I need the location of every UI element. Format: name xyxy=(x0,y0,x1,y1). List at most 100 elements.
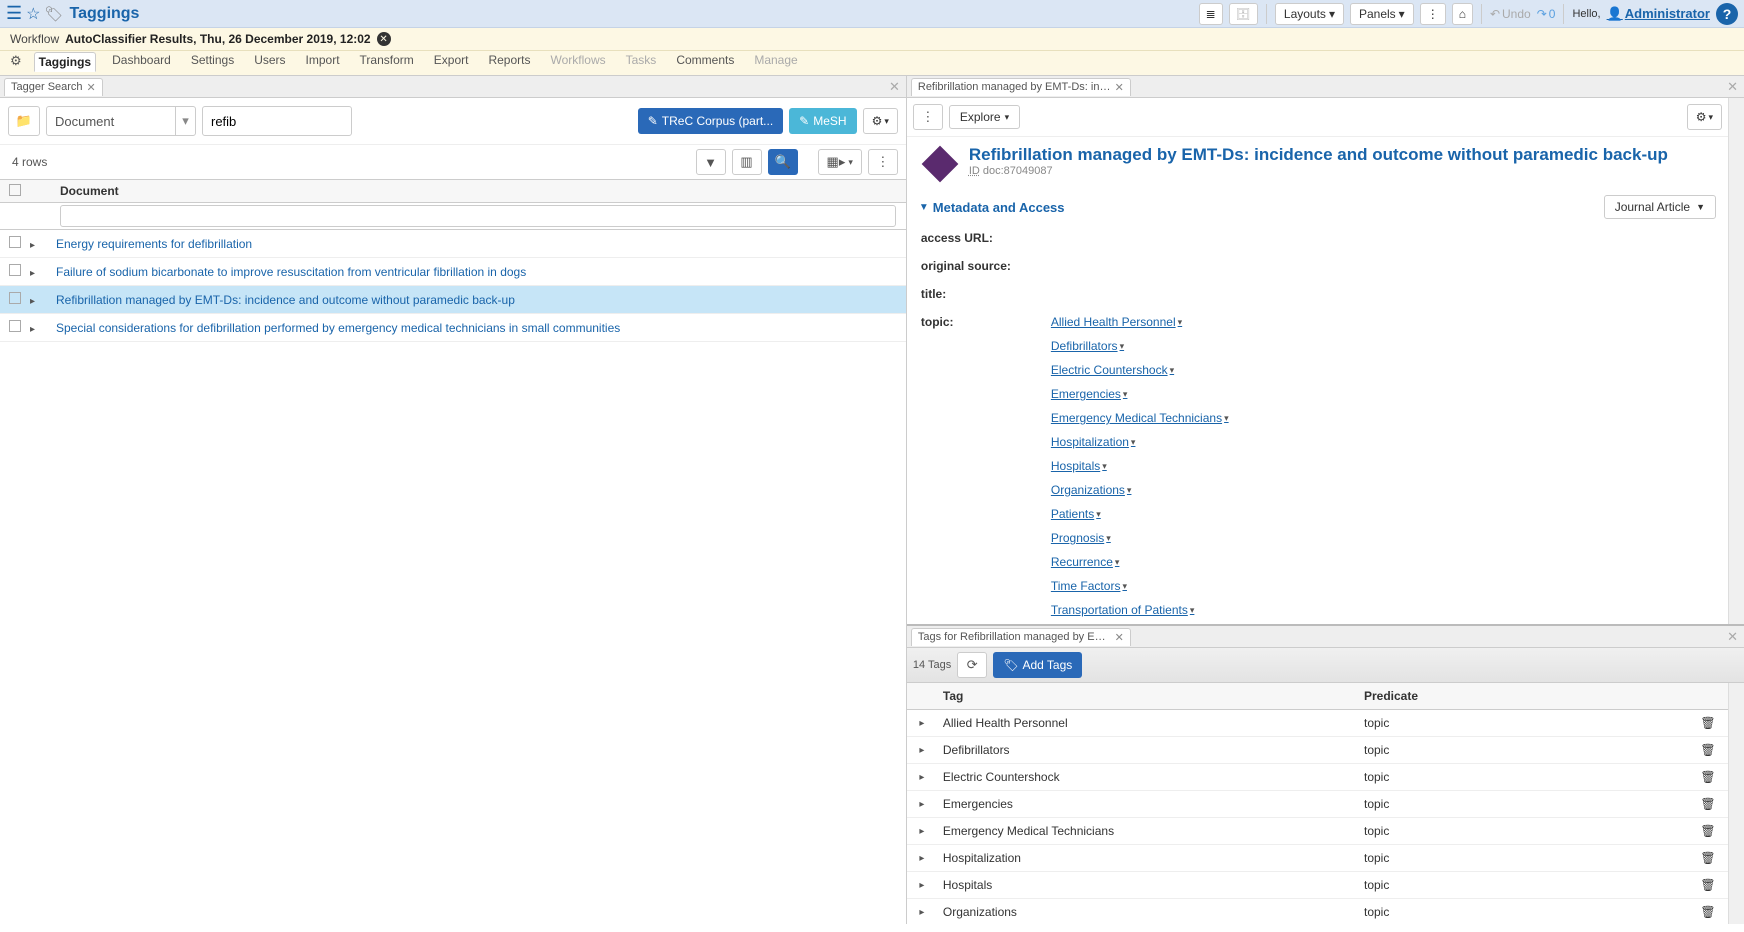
column-header-tag[interactable]: Tag xyxy=(937,683,1358,709)
subnav-item-reports[interactable]: Reports xyxy=(484,51,534,71)
column-filter-input[interactable] xyxy=(60,205,896,227)
chevron-down-icon[interactable]: ▾ xyxy=(1170,365,1175,376)
search-input[interactable] xyxy=(202,106,352,136)
topic-link[interactable]: Transportation of Patients ▾ xyxy=(1051,603,1195,617)
expand-icon[interactable]: ▸ xyxy=(907,799,937,810)
table-row[interactable]: ▸ Special considerations for defibrillat… xyxy=(0,314,906,342)
expand-icon[interactable]: ▸ xyxy=(907,772,937,783)
tag-row[interactable]: ▸ Hospitals topic 🗑 xyxy=(907,872,1728,899)
expand-icon[interactable]: ▸ xyxy=(907,826,937,837)
search-settings-button[interactable]: ⚙▾ xyxy=(863,108,898,134)
subnav-item-comments[interactable]: Comments xyxy=(672,51,738,71)
more-button[interactable]: ⋮ xyxy=(1420,3,1446,25)
chevron-down-icon[interactable]: ▾ xyxy=(1178,317,1183,328)
expand-icon[interactable]: ▸ xyxy=(30,324,35,335)
star-icon[interactable]: ☆ xyxy=(26,4,40,24)
delete-tag-icon[interactable]: 🗑 xyxy=(1700,824,1715,838)
topic-link[interactable]: Hospitalization ▾ xyxy=(1051,435,1136,449)
gear-icon[interactable]: ⚙ xyxy=(10,53,22,69)
delete-tag-icon[interactable]: 🗑 xyxy=(1700,905,1715,919)
scrollbar[interactable] xyxy=(1728,683,1744,924)
close-tab-icon[interactable]: ✕ xyxy=(1115,81,1124,94)
table-row[interactable]: ▸ Energy requirements for defibrillation xyxy=(0,230,906,258)
subnav-item-dashboard[interactable]: Dashboard xyxy=(108,51,175,71)
delete-tag-icon[interactable]: 🗑 xyxy=(1700,716,1715,730)
help-button[interactable]: ? xyxy=(1716,3,1738,25)
expand-icon[interactable]: ▸ xyxy=(30,296,35,307)
search-mode-button[interactable]: 🔍 xyxy=(768,149,798,175)
add-tags-button[interactable]: 🏷 Add Tags xyxy=(993,652,1082,678)
list-view-button[interactable]: ≣ xyxy=(1199,3,1223,25)
chevron-down-icon[interactable]: ▾ xyxy=(1127,485,1132,496)
document-link[interactable]: Special considerations for defibrillatio… xyxy=(54,321,620,335)
tag-row[interactable]: ▸ Hospitalization topic 🗑 xyxy=(907,845,1728,872)
expand-icon[interactable]: ▸ xyxy=(30,268,35,279)
chevron-down-icon[interactable]: ▾ xyxy=(1120,341,1125,352)
subnav-item-export[interactable]: Export xyxy=(430,51,473,71)
table-row[interactable]: ▸ Failure of sodium bicarbonate to impro… xyxy=(0,258,906,286)
subnav-item-settings[interactable]: Settings xyxy=(187,51,238,71)
delete-tag-icon[interactable]: 🗑 xyxy=(1700,851,1715,865)
topic-link[interactable]: Prognosis ▾ xyxy=(1051,531,1111,545)
chevron-down-icon[interactable]: ▾ xyxy=(1224,413,1229,424)
tag-row[interactable]: ▸ Organizations topic 🗑 xyxy=(907,899,1728,924)
chevron-down-icon[interactable]: ▾ xyxy=(1106,533,1111,544)
close-workflow-icon[interactable]: ✕ xyxy=(377,32,391,46)
detail-settings-button[interactable]: ⚙▾ xyxy=(1687,104,1722,130)
home-button[interactable]: ⌂ xyxy=(1452,3,1473,25)
expand-icon[interactable]: ▸ xyxy=(907,853,937,864)
close-panel-icon[interactable]: ✕ xyxy=(889,79,900,95)
topic-link[interactable]: Emergency Medical Technicians ▾ xyxy=(1051,411,1229,425)
tab-document-detail[interactable]: Refibrillation managed by EMT-Ds: incide… xyxy=(911,78,1131,96)
export-button[interactable]: ▦▸▾ xyxy=(818,149,862,175)
tag-row[interactable]: ▸ Allied Health Personnel topic 🗑 xyxy=(907,710,1728,737)
select-all-checkbox[interactable] xyxy=(9,184,21,196)
document-link[interactable]: Energy requirements for defibrillation xyxy=(54,237,252,251)
close-panel-icon[interactable]: ✕ xyxy=(1727,629,1738,645)
metadata-section-header[interactable]: ▼ Metadata and Access Journal Article▼ xyxy=(907,191,1728,223)
document-link[interactable]: Failure of sodium bicarbonate to improve… xyxy=(54,265,526,279)
topic-link[interactable]: Allied Health Personnel ▾ xyxy=(1051,315,1182,329)
tab-tagger-search[interactable]: Tagger Search ✕ xyxy=(4,78,103,96)
column-header-document[interactable]: Document xyxy=(54,180,906,202)
chevron-down-icon[interactable]: ▾ xyxy=(1131,437,1136,448)
detail-more-button[interactable]: ⋮ xyxy=(913,104,943,130)
chevron-down-icon[interactable]: ▾ xyxy=(1123,389,1128,400)
topic-link[interactable]: Recurrence ▾ xyxy=(1051,555,1120,569)
delete-tag-icon[interactable]: 🗑 xyxy=(1700,743,1715,757)
scrollbar[interactable] xyxy=(1728,98,1744,624)
mesh-button[interactable]: ✎ MeSH xyxy=(789,108,856,134)
chevron-down-icon[interactable]: ▾ xyxy=(1096,509,1101,520)
expand-icon[interactable]: ▸ xyxy=(30,240,35,251)
topic-link[interactable]: Organizations ▾ xyxy=(1051,483,1132,497)
document-type-badge[interactable]: Journal Article▼ xyxy=(1604,195,1716,219)
subnav-item-transform[interactable]: Transform xyxy=(356,51,418,71)
expand-icon[interactable]: ▸ xyxy=(907,718,937,729)
subnav-item-import[interactable]: Import xyxy=(302,51,344,71)
redo-button[interactable]: ↷0 xyxy=(1537,7,1556,21)
subnav-item-taggings[interactable]: Taggings xyxy=(34,52,96,72)
topic-link[interactable]: Defibrillators ▾ xyxy=(1051,339,1124,353)
document-link[interactable]: Refibrillation managed by EMT-Ds: incide… xyxy=(54,293,515,307)
row-checkbox[interactable] xyxy=(9,320,21,332)
row-checkbox[interactable] xyxy=(9,292,21,304)
corpus-button[interactable]: ✎ TReC Corpus (part... xyxy=(638,108,783,134)
delete-tag-icon[interactable]: 🗑 xyxy=(1700,770,1715,784)
tag-row[interactable]: ▸ Electric Countershock topic 🗑 xyxy=(907,764,1728,791)
user-link[interactable]: 👤Administrator xyxy=(1607,6,1710,22)
delete-tag-icon[interactable]: 🗑 xyxy=(1700,878,1715,892)
row-checkbox[interactable] xyxy=(9,264,21,276)
explore-button[interactable]: Explore▾ xyxy=(949,105,1020,129)
chevron-down-icon[interactable]: ▾ xyxy=(1115,557,1120,568)
filter-button[interactable]: ▼ xyxy=(696,149,726,175)
table-row[interactable]: ▸ Refibrillation managed by EMT-Ds: inci… xyxy=(0,286,906,314)
close-panel-icon[interactable]: ✕ xyxy=(1727,79,1738,95)
topic-link[interactable]: Electric Countershock ▾ xyxy=(1051,363,1174,377)
archive-button[interactable]: 🗄 xyxy=(1229,3,1258,25)
undo-button[interactable]: ↶Undo xyxy=(1490,7,1531,21)
folder-button[interactable]: 📁 xyxy=(8,106,40,136)
expand-icon[interactable]: ▸ xyxy=(907,907,937,918)
delete-tag-icon[interactable]: 🗑 xyxy=(1700,797,1715,811)
topic-link[interactable]: Emergencies ▾ xyxy=(1051,387,1128,401)
chevron-down-icon[interactable]: ▾ xyxy=(1102,461,1107,472)
